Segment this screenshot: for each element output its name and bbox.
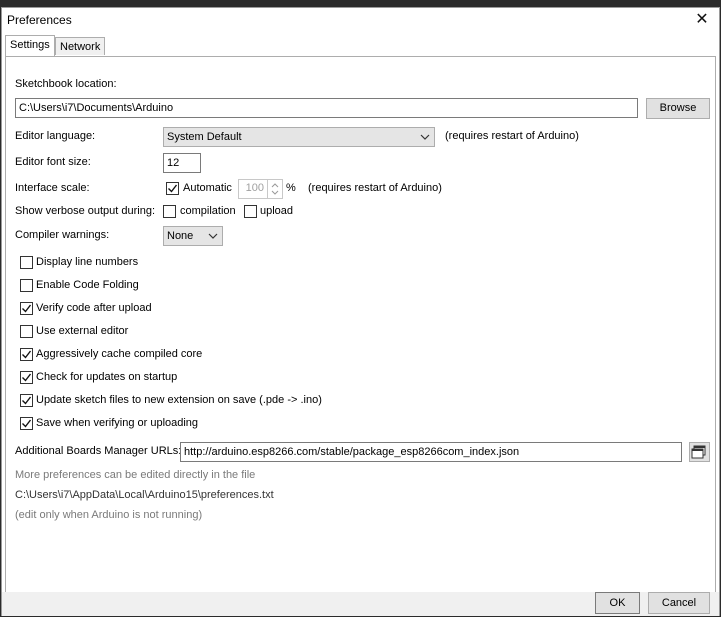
more-preferences-text: More preferences can be edited directly … <box>15 469 256 481</box>
editor-language-value: System Default <box>167 131 242 143</box>
verify-code-label: Verify code after upload <box>36 302 152 314</box>
spinner-arrows[interactable] <box>267 180 282 198</box>
upload-checkbox[interactable] <box>244 205 257 218</box>
scale-unit: % <box>286 182 296 194</box>
editor-language-label: Editor language: <box>15 130 96 142</box>
automatic-checkbox[interactable] <box>166 182 179 195</box>
compiler-warnings-label: Compiler warnings: <box>15 229 110 241</box>
dialog-footer: OK Cancel <box>2 592 719 616</box>
boards-manager-urls-input[interactable]: http://arduino.esp8266.com/stable/packag… <box>180 442 682 462</box>
tab-settings[interactable]: Settings <box>5 35 55 56</box>
use-external-editor-checkbox[interactable] <box>20 325 33 338</box>
settings-panel: Sketchbook location: C:\Users\i7\Documen… <box>5 56 716 593</box>
sketchbook-location-input[interactable]: C:\Users\i7\Documents\Arduino <box>15 98 638 118</box>
compilation-checkbox[interactable] <box>163 205 176 218</box>
cancel-button[interactable]: Cancel <box>648 592 710 614</box>
compilation-label: compilation <box>180 205 236 217</box>
automatic-label: Automatic <box>183 182 232 194</box>
checkmark-icon <box>22 304 32 313</box>
save-on-verify-checkbox[interactable] <box>20 417 33 430</box>
checkmark-icon <box>22 350 32 359</box>
editor-language-select[interactable]: System Default <box>163 127 435 147</box>
check-updates-checkbox[interactable] <box>20 371 33 384</box>
edit-warning-text: (edit only when Arduino is not running) <box>15 509 203 521</box>
update-extension-checkbox[interactable] <box>20 394 33 407</box>
interface-scale-label: Interface scale: <box>15 182 90 194</box>
window-list-icon <box>691 445 706 459</box>
title-bar: Preferences ✕ <box>2 8 719 33</box>
interface-scale-note: (requires restart of Arduino) <box>308 182 442 194</box>
enable-code-folding-checkbox[interactable] <box>20 279 33 292</box>
checkmark-icon <box>22 396 32 405</box>
display-line-numbers-checkbox[interactable] <box>20 256 33 269</box>
font-size-input[interactable]: 12 <box>163 153 201 173</box>
chevron-down-icon <box>420 134 430 140</box>
verify-code-checkbox[interactable] <box>20 302 33 315</box>
checkmark-icon <box>168 184 178 193</box>
compiler-warnings-select[interactable]: None <box>163 226 223 246</box>
check-updates-label: Check for updates on startup <box>36 371 178 383</box>
aggressive-cache-label: Aggressively cache compiled core <box>36 348 203 360</box>
scale-spinner[interactable]: 100 <box>238 179 283 199</box>
spin-arrows-icon <box>271 183 279 195</box>
enable-code-folding-label: Enable Code Folding <box>36 279 139 291</box>
sketchbook-label: Sketchbook location: <box>15 78 117 90</box>
boards-manager-label: Additional Boards Manager URLs: <box>15 445 182 457</box>
update-extension-label: Update sketch files to new extension on … <box>36 394 322 406</box>
scale-value: 100 <box>245 182 264 194</box>
tab-network[interactable]: Network <box>55 37 105 55</box>
save-on-verify-label: Save when verifying or uploading <box>36 417 199 429</box>
preferences-window: Preferences ✕ Settings Network Sketchboo… <box>1 7 720 616</box>
ok-button[interactable]: OK <box>595 592 640 614</box>
aggressive-cache-checkbox[interactable] <box>20 348 33 361</box>
editor-language-note: (requires restart of Arduino) <box>445 130 579 142</box>
close-icon[interactable]: ✕ <box>689 9 715 31</box>
window-title: Preferences <box>7 13 72 27</box>
edit-urls-button[interactable] <box>689 442 710 462</box>
browse-button[interactable]: Browse <box>646 98 710 119</box>
chevron-down-icon <box>208 233 218 239</box>
checkmark-icon <box>22 419 32 428</box>
use-external-editor-label: Use external editor <box>36 325 129 337</box>
compiler-warnings-value: None <box>167 230 194 242</box>
checkmark-icon <box>22 373 32 382</box>
upload-label: upload <box>260 205 294 217</box>
preferences-path: C:\Users\i7\AppData\Local\Arduino15\pref… <box>15 489 274 501</box>
display-line-numbers-label: Display line numbers <box>36 256 139 268</box>
font-size-label: Editor font size: <box>15 156 91 168</box>
verbose-label: Show verbose output during: <box>15 205 156 217</box>
